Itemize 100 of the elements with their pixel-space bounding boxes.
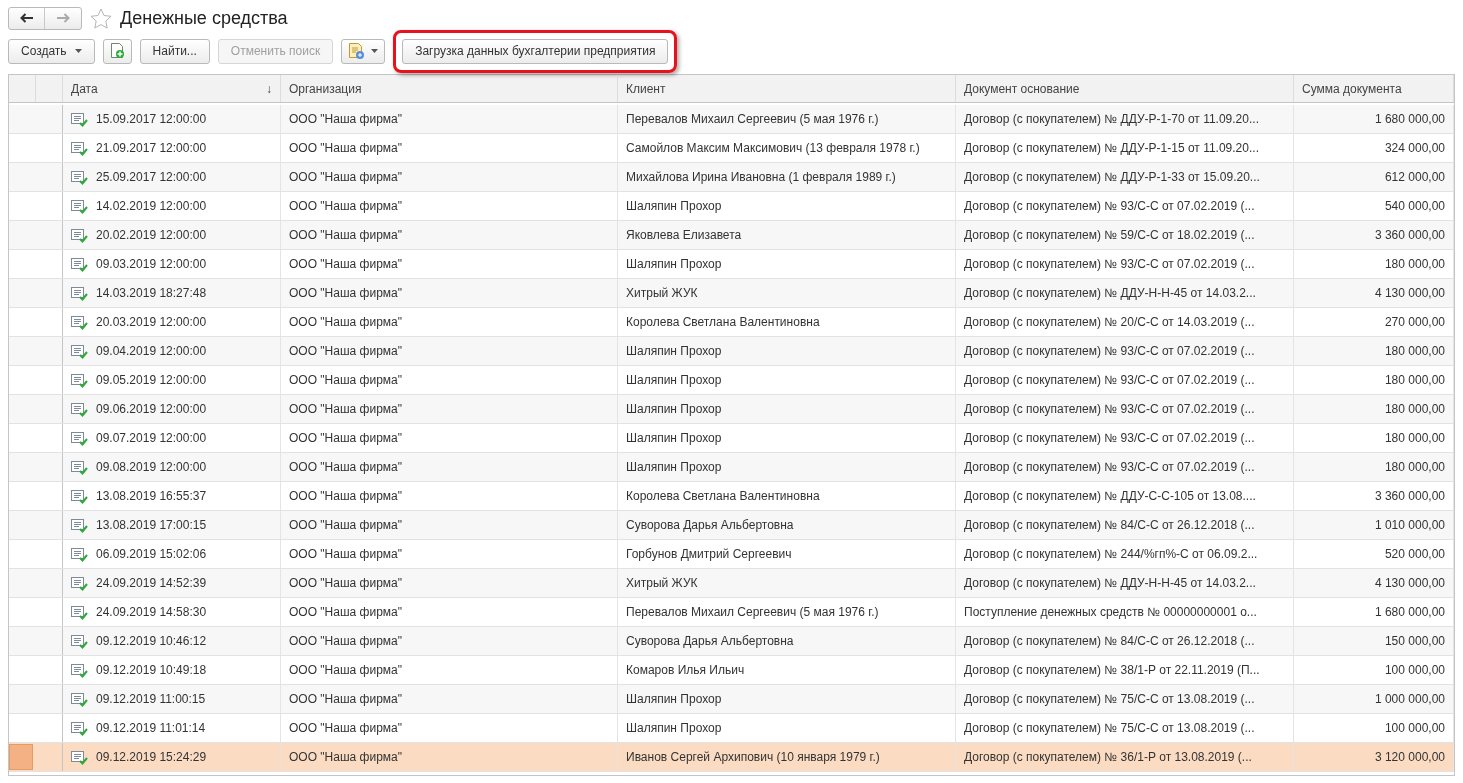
table-cell-text: Договор (с покупателем) № 93/С-С от 07.02.2019 (...: [964, 198, 1255, 215]
window-title: Денежные средства: [120, 6, 288, 30]
table-cell-text: 1 680 000,00: [1374, 604, 1445, 621]
column-header[interactable]: Сумма документа: [1294, 75, 1454, 102]
table-row[interactable]: 09.12.2019 11:00:15 ООО "Наша фирма" Шаляпин Прохор Договор (с покупателем) № 75/С-С от 13.08.2019 (... 1 000 000,00: [9, 685, 1454, 714]
column-header[interactable]: Клиент: [618, 75, 956, 102]
table-cell-text: 14.03.2019 18:27:48: [96, 285, 207, 302]
table-cell-text: 21.09.2017 12:00:00: [96, 140, 207, 157]
table-cell-text: 3 360 000,00: [1374, 488, 1445, 505]
posted-document-icon: [71, 459, 88, 475]
table-cell-text: 09.06.2019 12:00:00: [96, 401, 207, 418]
report-menu-button[interactable]: [341, 38, 386, 64]
table-cell-text: ООО "Наша фирма": [289, 720, 402, 737]
table-row[interactable]: 09.12.2019 15:24:29 ООО "Наша фирма" Иванов Сергей Архипович (10 января 1979 г.) Договор (с покупателем) № 36/1-Р от 13.08.2019 (... 3 120 000,00: [9, 743, 1454, 772]
table-cell-text: Перевалов Михаил Сергеевич (5 мая 1976 г.): [626, 604, 879, 621]
table-cell-text: Договор (с покупателем) № 75/С-С от 13.08.2019 (...: [964, 720, 1255, 737]
table-row[interactable]: 09.12.2019 11:01:14 ООО "Наша фирма" Шаляпин Прохор Договор (с покупателем) № 75/С-С от 13.08.2019 (... 100 000,00: [9, 714, 1454, 743]
right-arrow-icon: [56, 13, 70, 23]
table-row[interactable]: 09.04.2019 12:00:00 ООО "Наша фирма" Шаляпин Прохор Договор (с покупателем) № 93/С-С от 07.02.2019 (... 180 000,00: [9, 337, 1454, 366]
star-icon[interactable]: [90, 7, 112, 29]
create-button[interactable]: Создать: [8, 38, 95, 64]
table-cell-text: 13.08.2019 17:00:15: [96, 517, 207, 534]
add-document-button[interactable]: [102, 38, 132, 64]
posted-document-icon: [71, 430, 88, 446]
table-cell-text: 09.07.2019 12:00:00: [96, 430, 207, 447]
table-row[interactable]: 15.09.2017 12:00:00 ООО "Наша фирма" Перевалов Михаил Сергеевич (5 мая 1976 г.) Договор (с покупателем) № ДДУ-Р-1-70 от 11.09.20... 1 680 000,00: [9, 105, 1454, 134]
add-document-icon: [109, 43, 125, 59]
table-cell-text: ООО "Наша фирма": [289, 691, 402, 708]
posted-document-icon: [71, 401, 88, 417]
posted-document-icon: [71, 285, 88, 301]
column-title: Клиент: [626, 80, 666, 98]
table-cell-text: Поступление денежных средств № 00000000001 о...: [964, 604, 1257, 621]
table-cell-text: ООО "Наша фирма": [289, 256, 402, 273]
table-cell-text: 20.03.2019 12:00:00: [96, 314, 207, 331]
table-cell-text: Договор (с покупателем) № ДДУ-Н-Н-45 от 14.03.2...: [964, 285, 1256, 302]
table-row[interactable]: 09.12.2019 10:46:12 ООО "Наша фирма" Суворова Дарья Альбертовна Договор (с покупателем) № 84/С-С от 26.12.2018 (... 150 000,00: [9, 627, 1454, 656]
table-cell-text: Шаляпин Прохор: [626, 256, 722, 273]
table-cell-text: Договор (с покупателем) № ДДУ-Р-1-70 от 11.09.20...: [964, 111, 1259, 128]
table-row[interactable]: 09.12.2019 10:49:18 ООО "Наша фирма" Комаров Илья Ильич Договор (с покупателем) № 38/1-Р от 22.11.2019 (П... 100 000,00: [9, 656, 1454, 685]
table-cell-text: Суворова Дарья Альбертовна: [626, 517, 794, 534]
table-row[interactable]: 09.03.2019 12:00:00 ООО "Наша фирма" Шаляпин Прохор Договор (с покупателем) № 93/С-С от 07.02.2019 (... 180 000,00: [9, 250, 1454, 279]
table-row[interactable]: 09.05.2019 12:00:00 ООО "Наша фирма" Шаляпин Прохор Договор (с покупателем) № 93/С-С от 07.02.2019 (... 180 000,00: [9, 366, 1454, 395]
column-header[interactable]: Дата ↓: [63, 75, 281, 102]
posted-document-icon: [71, 488, 88, 504]
table-row[interactable]: 09.08.2019 12:00:00 ООО "Наша фирма" Шаляпин Прохор Договор (с покупателем) № 93/С-С от 07.02.2019 (... 180 000,00: [9, 453, 1454, 482]
table-cell-text: ООО "Наша фирма": [289, 633, 402, 650]
table-cell-text: ООО "Наша фирма": [289, 604, 402, 621]
table-row[interactable]: 20.03.2019 12:00:00 ООО "Наша фирма" Королева Светлана Валентиновна Договор (с покупателем) № 20/С-С от 14.03.2019 (... 270 000,00: [9, 308, 1454, 337]
table-cell-text: Договор (с покупателем) № ДДУ-С-С-105 от 13.08....: [964, 488, 1256, 505]
table-cell-text: 180 000,00: [1384, 343, 1445, 360]
table-row[interactable]: 24.09.2019 14:52:39 ООО "Наша фирма" Хитрый ЖУК Договор (с покупателем) № ДДУ-Н-Н-45 от 14.03.2... 4 130 000,00: [9, 569, 1454, 598]
table-cell-text: ООО "Наша фирма": [289, 227, 402, 244]
table-row[interactable]: 20.02.2019 12:00:00 ООО "Наша фирма" Яковлева Елизавета Договор (с покупателем) № 59/С-С от 18.02.2019 (... 3 360 000,00: [9, 221, 1454, 250]
table-row[interactable]: 06.09.2019 15:02:06 ООО "Наша фирма" Горбунов Дмитрий Сергеевич Договор (с покупателем) № 244/%гп%-С от 06.09.2... 520 000,00: [9, 540, 1454, 569]
table-cell-text: Шаляпин Прохор: [626, 343, 722, 360]
table-cell-text: Договор (с покупателем) № 93/С-С от 07.02.2019 (...: [964, 430, 1255, 447]
table-cell-text: Договор (с покупателем) № 36/1-Р от 13.08.2019 (...: [964, 749, 1252, 766]
table-cell-text: Договор (с покупателем) № ДДУ-Р-1-15 от 11.09.20...: [964, 140, 1259, 157]
table-row[interactable]: 09.06.2019 12:00:00 ООО "Наша фирма" Шаляпин Прохор Договор (с покупателем) № 93/С-С от 07.02.2019 (... 180 000,00: [9, 395, 1454, 424]
table-cell-text: 1 010 000,00: [1374, 517, 1445, 534]
table-cell-text: 612 000,00: [1384, 169, 1445, 186]
table-cell-text: 1 000 000,00: [1374, 691, 1445, 708]
table-row[interactable]: 13.08.2019 17:00:15 ООО "Наша фирма" Суворова Дарья Альбертовна Договор (с покупателем) № 84/С-С от 26.12.2018 (... 1 010 000,00: [9, 511, 1454, 540]
table-cell-text: 3 360 000,00: [1374, 227, 1445, 244]
table-cell-text: Договор (с покупателем) № 20/С-С от 14.03.2019 (...: [964, 314, 1255, 331]
table-row[interactable]: 14.02.2019 12:00:00 ООО "Наша фирма" Шаляпин Прохор Договор (с покупателем) № 93/С-С от 07.02.2019 (... 540 000,00: [9, 192, 1454, 221]
column-header[interactable]: Организация: [281, 75, 618, 102]
posted-document-icon: [71, 691, 88, 707]
table-row[interactable]: 24.09.2019 14:58:30 ООО "Наша фирма" Перевалов Михаил Сергеевич (5 мая 1976 г.) Поступление денежных средств № 00000000001 о... 1 680 000,00: [9, 598, 1454, 627]
table-cell-text: ООО "Наша фирма": [289, 314, 402, 331]
table-cell-text: 09.12.2019 11:01:14: [96, 720, 206, 737]
toolbar-button[interactable]: Найти...: [139, 38, 210, 64]
table-cell-text: ООО "Наша фирма": [289, 749, 402, 766]
table-cell-text: Договор (с покупателем) № ДДУ-Р-1-33 от 15.09.20...: [964, 169, 1260, 186]
table-cell-text: Договор (с покупателем) № 38/1-Р от 22.11.2019 (П...: [964, 662, 1260, 679]
table-cell-text: 520 000,00: [1384, 546, 1445, 563]
table-cell-text: ООО "Наша фирма": [289, 343, 402, 360]
posted-document-icon: [71, 633, 88, 649]
table-cell-text: 09.04.2019 12:00:00: [96, 343, 207, 360]
table-cell-text: 4 130 000,00: [1374, 575, 1445, 592]
table-row[interactable]: 21.09.2017 12:00:00 ООО "Наша фирма" Самойлов Максим Максимович (13 февраля 1978 г.) Договор (с покупателем) № ДДУ-Р-1-15 от 11.09.20... 324 000,00: [9, 134, 1454, 163]
posted-document-icon: [71, 546, 88, 562]
table-cell-text: Договор (с покупателем) № 93/С-С от 07.02.2019 (...: [964, 459, 1255, 476]
table-row[interactable]: 14.03.2019 18:27:48 ООО "Наша фирма" Хитрый ЖУК Договор (с покупателем) № ДДУ-Н-Н-45 от 14.03.2... 4 130 000,00: [9, 279, 1454, 308]
posted-document-icon: [71, 256, 88, 272]
table-cell-text: 24.09.2019 14:52:39: [96, 575, 207, 592]
table-cell-text: Договор (с покупателем) № 93/С-С от 07.02.2019 (...: [964, 256, 1255, 273]
table-cell-text: Яковлева Елизавета: [626, 227, 742, 244]
table-cell-text: ООО "Наша фирма": [289, 517, 402, 534]
posted-document-icon: [71, 198, 88, 214]
table-cell-text: ООО "Наша фирма": [289, 662, 402, 679]
table-row[interactable]: 13.08.2019 16:55:37 ООО "Наша фирма" Королева Светлана Валентиновна Договор (с покупателем) № ДДУ-С-С-105 от 13.08.... 3 360 000,00: [9, 482, 1454, 511]
table-cell-text: Перевалов Михаил Сергеевич (5 мая 1976 г.): [626, 111, 879, 128]
posted-document-icon: [71, 517, 88, 533]
posted-document-icon: [71, 314, 88, 330]
table-row[interactable]: 25.09.2017 12:00:00 ООО "Наша фирма" Михайлова Ирина Ивановна (1 февраля 1989 г.) Договор (с покупателем) № ДДУ-Р-1-33 от 15.09.20... 612 000,00: [9, 163, 1454, 192]
toolbar-button[interactable]: Загрузка данных бухгалтерии предприятия: [402, 38, 669, 64]
table-cell-text: 324 000,00: [1384, 140, 1445, 157]
column-header[interactable]: Документ основание: [956, 75, 1294, 102]
table-row[interactable]: 09.07.2019 12:00:00 ООО "Наша фирма" Шаляпин Прохор Договор (с покупателем) № 93/С-С от 07.02.2019 (... 180 000,00: [9, 424, 1454, 453]
